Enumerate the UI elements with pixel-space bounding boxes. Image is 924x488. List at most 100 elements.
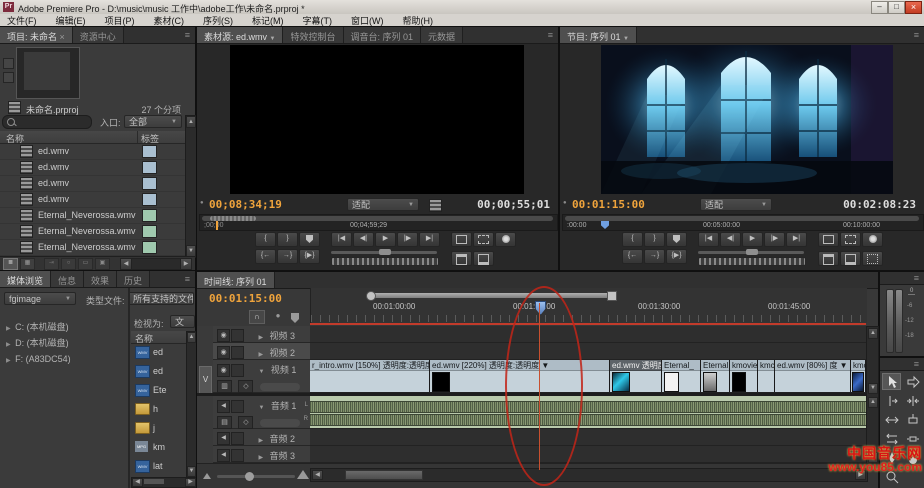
track-collapse-icon[interactable]: ▶: [258, 352, 263, 358]
automate-button[interactable]: ⇥: [44, 258, 59, 270]
set-out-button[interactable]: }: [277, 232, 298, 247]
play-button[interactable]: ▶: [742, 232, 763, 247]
program-time-ruler[interactable]: :00:00 00:05:00:00 00:10:00:00: [562, 214, 924, 231]
hscroll-thumb[interactable]: [345, 470, 423, 480]
goto-out-button[interactable]: ▶|: [419, 232, 440, 247]
tab-media-browser[interactable]: 媒体浏览: [0, 271, 51, 287]
program-video-display[interactable]: [601, 45, 893, 194]
output-button[interactable]: [495, 232, 516, 247]
file-name[interactable]: j: [153, 423, 155, 433]
menu-sequence[interactable]: 序列(S): [203, 14, 233, 27]
file-list-hscrollbar[interactable]: ◀ ▶: [131, 477, 197, 488]
eye-icon[interactable]: ◉: [217, 364, 230, 377]
encore-marker-button[interactable]: ●: [271, 310, 285, 322]
hscroll-right-icon[interactable]: ▶: [180, 258, 192, 270]
lock-icon[interactable]: [231, 449, 244, 462]
step-back-button[interactable]: ◀|: [720, 232, 741, 247]
play-button[interactable]: ▶: [375, 232, 396, 247]
track-name[interactable]: 音频 1: [271, 401, 297, 411]
label-chip[interactable]: [142, 145, 157, 158]
menu-clip[interactable]: 素材(C): [154, 14, 185, 27]
goto-out-button[interactable]: ▶|: [786, 232, 807, 247]
source-video-display[interactable]: [230, 45, 524, 194]
display-style-icon[interactable]: ▥: [217, 380, 232, 393]
directory-dropdown[interactable]: fgimage▼: [4, 292, 76, 305]
insert-button[interactable]: [451, 251, 472, 266]
close-button[interactable]: ×: [905, 1, 922, 14]
track-header-audio3[interactable]: ◀ ▶ 音频 3: [213, 446, 310, 463]
jog-wheel[interactable]: [331, 257, 439, 266]
audio-clip[interactable]: [310, 396, 867, 428]
eye-icon[interactable]: ◉: [217, 329, 230, 342]
tab-history[interactable]: 历史: [117, 271, 150, 287]
panel-menu-icon[interactable]: ≡: [909, 27, 924, 43]
project-scrollbar[interactable]: ▲ ▼: [185, 115, 197, 258]
file-name[interactable]: h: [153, 404, 158, 414]
tree-item-drive-f[interactable]: ▶ F: (A83DC54): [0, 349, 71, 367]
preview-play-button[interactable]: [3, 72, 14, 83]
timeline-clip[interactable]: kmovie..: [730, 360, 758, 392]
lock-icon[interactable]: [231, 364, 244, 377]
maximize-button[interactable]: □: [888, 1, 905, 14]
hscroll-right-icon[interactable]: ▶: [185, 478, 196, 487]
lane-audio1[interactable]: [310, 396, 866, 429]
hscroll-left-icon[interactable]: ◀: [132, 478, 143, 487]
clip-name[interactable]: Eternal_Neverossa.wmv: [38, 226, 136, 236]
lane-audio2[interactable]: [310, 429, 866, 446]
source-time-ruler[interactable]: ;00;00 00;04;59;29: [199, 214, 558, 231]
track-header-audio2[interactable]: ◀ ▶ 音频 2: [213, 429, 310, 446]
selection-tool[interactable]: [882, 373, 901, 390]
work-area-start-handle[interactable]: [366, 291, 376, 301]
clip-name[interactable]: ed.wmv: [38, 178, 69, 188]
tab-audio-mixer[interactable]: 调音台: 序列 01: [344, 27, 422, 43]
scroll-down-icon[interactable]: ▼: [868, 383, 878, 394]
timeline-clip[interactable]: ed.wmv [80%] 度 ▼: [775, 360, 851, 392]
new-bin-button[interactable]: ▭: [78, 258, 93, 270]
track-collapse-icon[interactable]: ▶: [258, 438, 263, 444]
speaker-icon[interactable]: ◀: [217, 432, 230, 445]
chevron-down-icon[interactable]: ▼: [270, 36, 276, 42]
extract-button[interactable]: [840, 251, 861, 266]
rolling-edit-tool[interactable]: [903, 392, 922, 409]
label-chip[interactable]: [142, 161, 157, 174]
clip-name[interactable]: ed.wmv: [38, 194, 69, 204]
menu-window[interactable]: 窗口(W): [351, 14, 384, 27]
marker-button[interactable]: [299, 232, 320, 247]
clip-name[interactable]: ed.wmv: [38, 162, 69, 172]
goto-next-edit-button[interactable]: →}: [277, 249, 298, 264]
jog-wheel[interactable]: [698, 257, 806, 266]
tab-timeline[interactable]: 时间线: 序列 01: [197, 272, 275, 288]
preview-frame-button[interactable]: [3, 58, 14, 69]
menu-edit[interactable]: 编辑(E): [56, 14, 86, 27]
icon-view-button[interactable]: ▦: [20, 258, 35, 270]
tab-metadata[interactable]: 元数据: [421, 27, 463, 43]
timeline-clip[interactable]: r_intro.wmv [150%] 透明度:透明度 ▼: [310, 360, 430, 392]
minimize-button[interactable]: –: [871, 1, 888, 14]
tab-resource-center[interactable]: 资源中心: [73, 27, 124, 43]
file-name[interactable]: Ete: [153, 385, 167, 395]
speaker-icon[interactable]: ◀: [217, 400, 230, 413]
track-header-video1[interactable]: ◉ ▼ 视频 1 ▥ ◇: [213, 360, 310, 393]
lift-button[interactable]: [818, 251, 839, 266]
overwrite-button[interactable]: [473, 251, 494, 266]
rate-stretch-tool[interactable]: [882, 411, 901, 428]
marker-button[interactable]: [666, 232, 687, 247]
menu-marker[interactable]: 标记(M): [252, 14, 284, 27]
tree-expand-icon[interactable]: ▶: [6, 342, 11, 348]
timeline-hscrollbar[interactable]: ◀ ▶: [310, 468, 868, 482]
tab-close-icon[interactable]: ×: [60, 32, 65, 42]
safe-margins-button[interactable]: [840, 232, 861, 247]
lock-icon[interactable]: [231, 432, 244, 445]
file-name[interactable]: ed: [153, 347, 163, 357]
shuttle-slider[interactable]: [698, 251, 804, 254]
tab-project[interactable]: 项目: 未命名 ×: [0, 27, 73, 43]
play-in-out-button[interactable]: {▶}: [666, 249, 687, 264]
goto-in-button[interactable]: |◀: [331, 232, 352, 247]
source-playhead[interactable]: [216, 221, 218, 230]
tab-effect-controls[interactable]: 特效控制台: [283, 27, 343, 43]
track-collapse-icon[interactable]: ▶: [258, 335, 263, 341]
file-list-scrollbar[interactable]: ▲ ▼: [186, 331, 197, 478]
set-in-button[interactable]: {: [255, 232, 276, 247]
entry-dropdown[interactable]: 全部▼: [124, 115, 182, 128]
scroll-up-icon[interactable]: ▲: [868, 328, 878, 339]
